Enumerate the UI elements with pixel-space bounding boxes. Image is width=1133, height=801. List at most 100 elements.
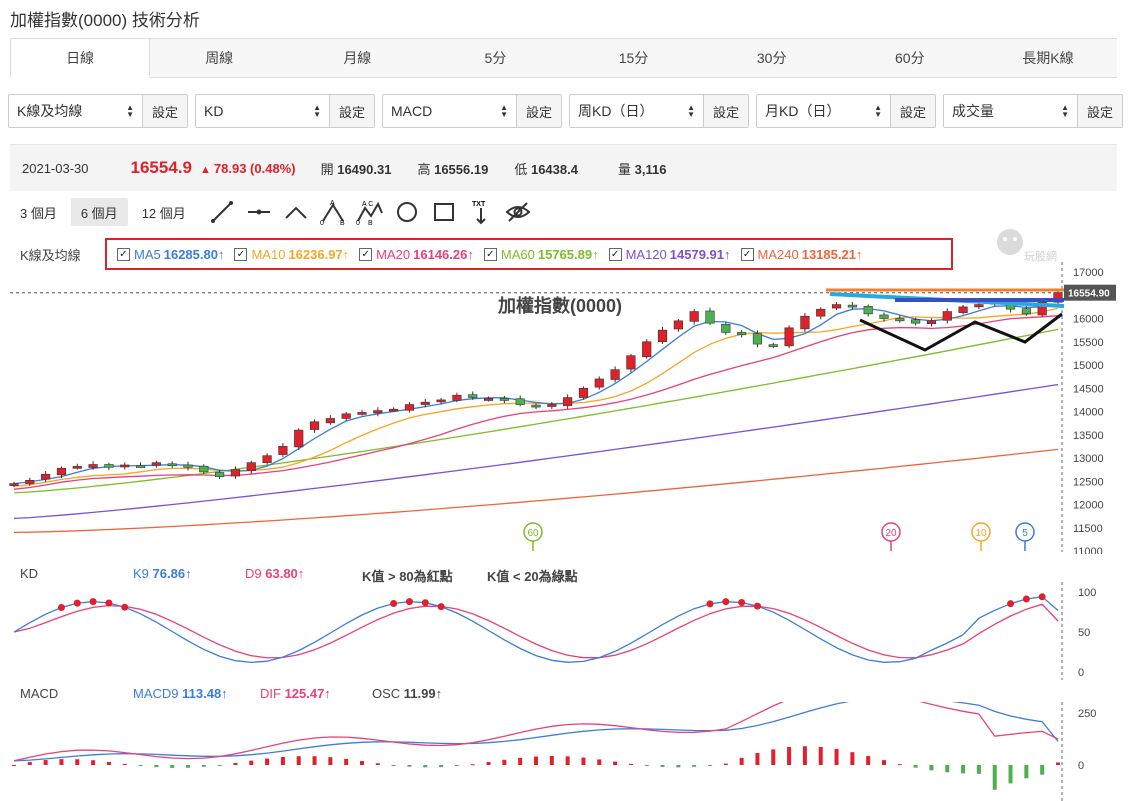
quote-date: 2021-03-30 [22, 160, 89, 176]
osc-bar-positive [296, 756, 301, 765]
osc-bar-positive [91, 760, 96, 765]
osc-bar-positive [265, 758, 270, 765]
ma240-toggle[interactable]: ✓ MA240 13185.21↑ [740, 247, 862, 262]
checkbox-icon[interactable]: ✓ [608, 247, 622, 261]
selector-group: MACD ▲ ▼ 設定 [382, 94, 562, 128]
tab-monthly[interactable]: 月線 [288, 39, 426, 77]
tab-30min[interactable]: 30分 [703, 39, 841, 77]
kd-settings-button[interactable]: 設定 [329, 95, 374, 127]
osc-bar-positive [43, 760, 48, 765]
angle-tool-icon[interactable] [281, 198, 311, 226]
circle-tool-icon[interactable] [392, 198, 422, 226]
ma120-toggle[interactable]: ✓ MA120 14579.91↑ [608, 247, 731, 262]
abcd-pattern-icon[interactable]: A C 0 B [355, 198, 385, 226]
monthly-kd-select[interactable]: 月KD（日） ▲ ▼ [757, 95, 890, 127]
kd-select[interactable]: KD ▲ ▼ [196, 95, 329, 127]
tab-long-term[interactable]: 長期K線 [979, 39, 1117, 77]
abc-pattern-icon[interactable]: A 0 B [318, 198, 348, 226]
ma60-toggle[interactable]: ✓ MA60 15765.89↑ [483, 247, 599, 262]
candle-up [831, 304, 842, 309]
osc-bar-negative [945, 765, 950, 773]
checkbox-icon[interactable]: ✓ [483, 247, 497, 261]
macd-y-tick: 0 [1078, 760, 1084, 772]
hide-eye-icon[interactable] [503, 198, 533, 226]
macd-select[interactable]: MACD ▲ ▼ [383, 95, 516, 127]
y-tick-label: 11000 [1073, 546, 1103, 554]
macd-settings-button[interactable]: 設定 [516, 95, 561, 127]
range-12m-button[interactable]: 12 個月 [132, 198, 196, 226]
osc-bar-negative [961, 765, 966, 774]
checkbox-icon[interactable]: ✓ [740, 247, 754, 261]
candle-up [373, 410, 383, 414]
osc-bar-positive [771, 749, 776, 765]
k9-line [13, 596, 1059, 664]
candle-down [863, 306, 873, 315]
volume-settings-button[interactable]: 設定 [1077, 95, 1122, 127]
updown-arrow-icon: ▲ ▼ [500, 103, 508, 119]
osc-bar-positive [866, 756, 871, 765]
candle-up [816, 308, 826, 317]
candle-up [642, 341, 652, 358]
tab-5min[interactable]: 5分 [426, 39, 564, 77]
weekly-kd-select[interactable]: 周KD（日） ▲ ▼ [570, 95, 703, 127]
main-price-chart[interactable]: 1700016500160001550015000145001400013500… [0, 262, 1133, 554]
ma5-line [13, 303, 1059, 485]
checkbox-icon[interactable]: ✓ [234, 247, 248, 261]
volume-select[interactable]: 成交量 ▲ ▼ [944, 95, 1077, 127]
kd-red-dot [89, 598, 97, 606]
candle-down [499, 398, 509, 401]
text-tool-icon[interactable]: TXT [466, 198, 496, 226]
osc-bar-positive [755, 753, 760, 765]
osc-bar-positive [249, 760, 254, 765]
ma20-toggle[interactable]: ✓ MA20 16146.26↑ [359, 247, 474, 262]
candle-down [847, 304, 857, 308]
updown-arrow-icon: ▲ ▼ [313, 103, 321, 119]
horizontal-line-icon[interactable] [244, 198, 274, 226]
checkbox-icon[interactable]: ✓ [117, 247, 130, 261]
kd-y-tick: 50 [1078, 627, 1090, 639]
tab-daily[interactable]: 日線 [10, 39, 151, 78]
updown-arrow-icon: ▲ ▼ [126, 103, 134, 119]
candle-up [72, 466, 82, 469]
chart-title: 加權指數(0000) [497, 295, 622, 316]
osc-value: OSC 11.99↑ [372, 686, 443, 701]
kline-select[interactable]: K線及均線 ▲ ▼ [9, 95, 142, 127]
y-tick-label: 13500 [1073, 430, 1104, 442]
ma5-toggle[interactable]: ✓ MA5 16285.80↑ [117, 247, 224, 262]
osc-bar-negative [1008, 765, 1013, 784]
tab-15min[interactable]: 15分 [565, 39, 703, 77]
candle-up [942, 311, 952, 321]
line-tool-icon[interactable] [207, 198, 237, 226]
kd-chart[interactable]: 100 50 0 [0, 582, 1133, 680]
osc-bar-negative [1024, 765, 1029, 779]
y-tick-label: 15000 [1073, 360, 1104, 372]
y-tick-label: 17000 [1073, 267, 1104, 279]
quote-volume: 量 3,116 [617, 161, 667, 177]
osc-bar-negative [992, 765, 997, 790]
osc-bar-negative [439, 765, 444, 768]
candle-up [594, 378, 604, 388]
candle-up [689, 311, 699, 322]
osc-bar-positive [233, 762, 238, 765]
tab-weekly[interactable]: 周線 [150, 39, 288, 77]
osc-bar-positive [549, 756, 554, 765]
range-6m-button[interactable]: 6 個月 [70, 198, 128, 226]
osc-bar-positive [106, 761, 111, 765]
kline-settings-button[interactable]: 設定 [142, 95, 187, 127]
y-tick-label: 13000 [1073, 453, 1104, 465]
candle-up [246, 462, 256, 472]
tab-60min[interactable]: 60分 [841, 39, 979, 77]
candle-up [25, 480, 35, 484]
candle-up [56, 467, 67, 476]
monthly-kd-settings-button[interactable]: 設定 [890, 95, 935, 127]
candle-down [895, 318, 905, 322]
osc-bar-positive [375, 763, 380, 765]
osc-bar-positive [802, 746, 807, 765]
ma10-toggle[interactable]: ✓ MA10 16236.97↑ [234, 247, 349, 262]
rectangle-tool-icon[interactable] [429, 198, 459, 226]
checkbox-icon[interactable]: ✓ [359, 247, 373, 261]
weekly-kd-settings-button[interactable]: 設定 [703, 95, 748, 127]
macd-chart[interactable]: 5002500-250 [0, 702, 1133, 801]
range-3m-button[interactable]: 3 個月 [10, 198, 67, 226]
osc-bar-positive [534, 756, 538, 765]
